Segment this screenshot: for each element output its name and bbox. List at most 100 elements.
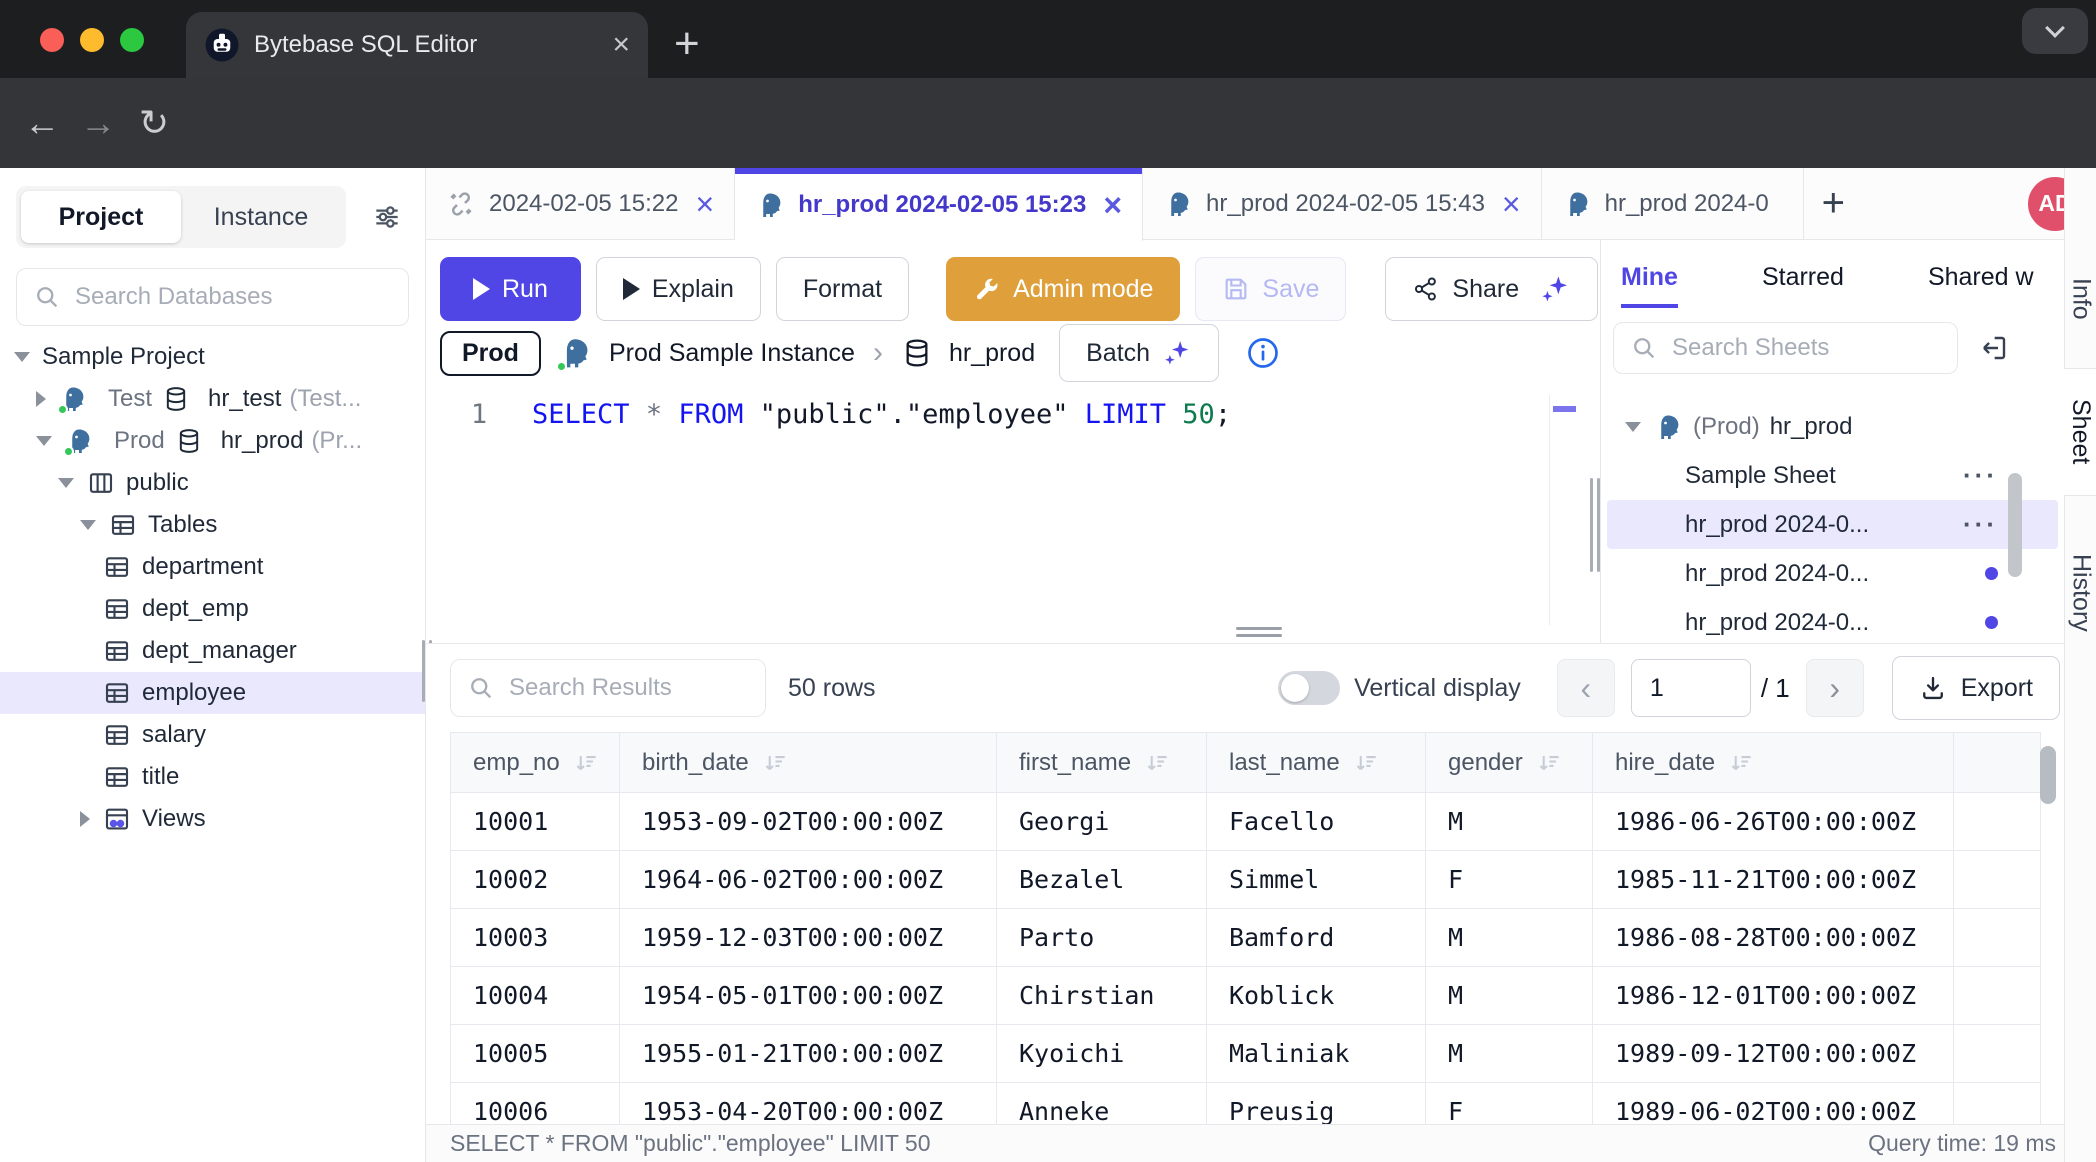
table-cell[interactable]: 10003 [451, 909, 620, 967]
caret-down-icon[interactable] [80, 520, 96, 530]
window-zoom-button[interactable] [120, 28, 144, 52]
share-button[interactable]: Share [1385, 257, 1598, 321]
caret-down-icon[interactable] [58, 478, 74, 488]
info-icon[interactable] [1245, 335, 1281, 371]
horizontal-resize-handle[interactable] [1236, 627, 1282, 641]
tree-item-dept_emp[interactable]: dept_emp [0, 588, 425, 630]
environment-chip[interactable]: Prod [440, 331, 541, 376]
collapse-panel-icon[interactable] [1978, 332, 2010, 364]
caret-down-icon[interactable] [14, 352, 30, 362]
table-cell[interactable]: M [1426, 967, 1593, 1025]
table-cell[interactable]: Maliniak [1207, 1025, 1426, 1083]
table-cell[interactable]: Georgi [997, 793, 1207, 851]
vertical-display-toggle[interactable] [1278, 671, 1340, 705]
column-header-first_name[interactable]: first_name [997, 733, 1207, 793]
table-row[interactable]: 100061953-04-20T00:00:00ZAnnekePreusigF1… [451, 1083, 2041, 1125]
table-cell[interactable]: 1953-09-02T00:00:00Z [620, 793, 997, 851]
close-icon[interactable]: × [1103, 189, 1122, 221]
page-number-input[interactable] [1631, 659, 1751, 717]
database-name[interactable]: hr_prod [949, 339, 1035, 368]
table-cell[interactable]: F [1426, 851, 1593, 909]
sidebar-tab-project[interactable]: Project [21, 191, 181, 243]
tree-item-SampleProject[interactable]: Sample Project [0, 336, 425, 378]
tree-item-public[interactable]: public [0, 462, 425, 504]
caret-down-icon[interactable] [36, 436, 52, 446]
table-row[interactable]: 100021964-06-02T00:00:00ZBezalelSimmelF1… [451, 851, 2041, 909]
worksheet-tab[interactable]: hr_prod 2024-02-05 15:43× [1143, 168, 1542, 239]
table-cell[interactable]: 10001 [451, 793, 620, 851]
column-header-emp_no[interactable]: emp_no [451, 733, 620, 793]
table-row[interactable]: 100031959-12-03T00:00:00ZPartoBamfordM19… [451, 909, 2041, 967]
tree-item-hr_test[interactable]: Testhr_test(Test... [0, 378, 425, 420]
browser-tab[interactable]: Bytebase SQL Editor × [186, 12, 648, 78]
sheet-item[interactable]: hr_prod 2024-0... [1601, 549, 2064, 598]
table-cell[interactable]: M [1426, 909, 1593, 967]
caret-right-icon[interactable] [36, 391, 46, 407]
caret-right-icon[interactable] [80, 811, 90, 827]
results-search[interactable] [450, 659, 766, 717]
column-header-hire_date[interactable]: hire_date [1593, 733, 1954, 793]
table-cell[interactable]: 1989-09-12T00:00:00Z [1593, 1025, 1954, 1083]
tree-item-title[interactable]: title [0, 756, 425, 798]
sheet-tab-starred[interactable]: Starred [1762, 263, 1844, 308]
more-menu-icon[interactable]: ··· [1963, 509, 1998, 540]
table-cell[interactable]: Parto [997, 909, 1207, 967]
close-icon[interactable]: × [1502, 188, 1521, 220]
batch-button[interactable]: Batch [1059, 324, 1219, 382]
forward-button[interactable]: → [70, 102, 126, 144]
table-cell[interactable]: 1985-11-21T00:00:00Z [1593, 851, 1954, 909]
table-row[interactable]: 100011953-09-02T00:00:00ZGeorgiFacelloM1… [451, 793, 2041, 851]
worksheet-tab[interactable]: hr_prod 2024-0 [1542, 168, 1804, 239]
next-page-button[interactable]: › [1806, 659, 1864, 717]
tree-item-dept_manager[interactable]: dept_manager [0, 630, 425, 672]
prev-page-button[interactable]: ‹ [1557, 659, 1615, 717]
sheet-tab-mine[interactable]: Mine [1621, 263, 1678, 308]
sheet-item[interactable]: hr_prod 2024-0... [1601, 598, 2064, 643]
table-cell[interactable]: 1986-08-28T00:00:00Z [1593, 909, 1954, 967]
database-search[interactable] [16, 268, 409, 326]
tree-item-department[interactable]: department [0, 546, 425, 588]
column-header-birth_date[interactable]: birth_date [620, 733, 997, 793]
format-button[interactable]: Format [776, 257, 909, 321]
tab-search-button[interactable] [2022, 8, 2088, 54]
new-tab-button[interactable]: + [674, 16, 700, 72]
table-cell[interactable]: 1954-05-01T00:00:00Z [620, 967, 997, 1025]
add-worksheet-button[interactable]: + [1804, 168, 1863, 239]
panel-resize-handle[interactable] [1590, 478, 1600, 572]
caret-down-icon[interactable] [1625, 422, 1641, 432]
tree-item-hr_prod[interactable]: Prodhr_prod(Pr... [0, 420, 425, 462]
tree-item-Views[interactable]: Views [0, 798, 425, 840]
instance-name[interactable]: Prod Sample Instance [609, 339, 855, 368]
back-button[interactable]: ← [14, 102, 70, 144]
table-cell[interactable]: Koblick [1207, 967, 1426, 1025]
worksheet-tab[interactable]: 2024-02-05 15:22× [426, 168, 735, 239]
table-cell[interactable]: Chirstian [997, 967, 1207, 1025]
table-cell[interactable]: 1959-12-03T00:00:00Z [620, 909, 997, 967]
more-menu-icon[interactable]: ··· [1963, 460, 1998, 491]
table-cell[interactable]: 1986-12-01T00:00:00Z [1593, 967, 1954, 1025]
clipped-sheet-item[interactable]: hr_prod 2024-0... [1601, 382, 2064, 402]
table-cell[interactable]: 1955-01-21T00:00:00Z [620, 1025, 997, 1083]
table-cell[interactable]: Anneke [997, 1083, 1207, 1125]
reload-button[interactable]: ↻ [126, 102, 182, 144]
table-cell[interactable]: 1989-06-02T00:00:00Z [1593, 1083, 1954, 1125]
results-search-input[interactable] [507, 673, 749, 703]
table-cell[interactable]: Preusig [1207, 1083, 1426, 1125]
table-cell[interactable]: 10002 [451, 851, 620, 909]
tree-item-salary[interactable]: salary [0, 714, 425, 756]
admin-mode-button[interactable]: Admin mode [946, 257, 1180, 321]
table-cell[interactable]: Facello [1207, 793, 1426, 851]
table-cell[interactable]: 10004 [451, 967, 620, 1025]
table-cell[interactable]: M [1426, 1025, 1593, 1083]
table-cell[interactable]: 1964-06-02T00:00:00Z [620, 851, 997, 909]
export-button[interactable]: Export [1892, 656, 2060, 720]
rail-tab-info[interactable]: Info [2065, 253, 2096, 345]
database-search-input[interactable] [73, 282, 392, 312]
sidebar-tab-instance[interactable]: Instance [181, 191, 341, 243]
table-cell[interactable]: F [1426, 1083, 1593, 1125]
explain-button[interactable]: Explain [596, 257, 761, 321]
table-cell[interactable]: M [1426, 793, 1593, 851]
editor-minimap[interactable] [1549, 395, 1580, 625]
window-minimize-button[interactable] [80, 28, 104, 52]
run-button[interactable]: Run [440, 257, 581, 321]
